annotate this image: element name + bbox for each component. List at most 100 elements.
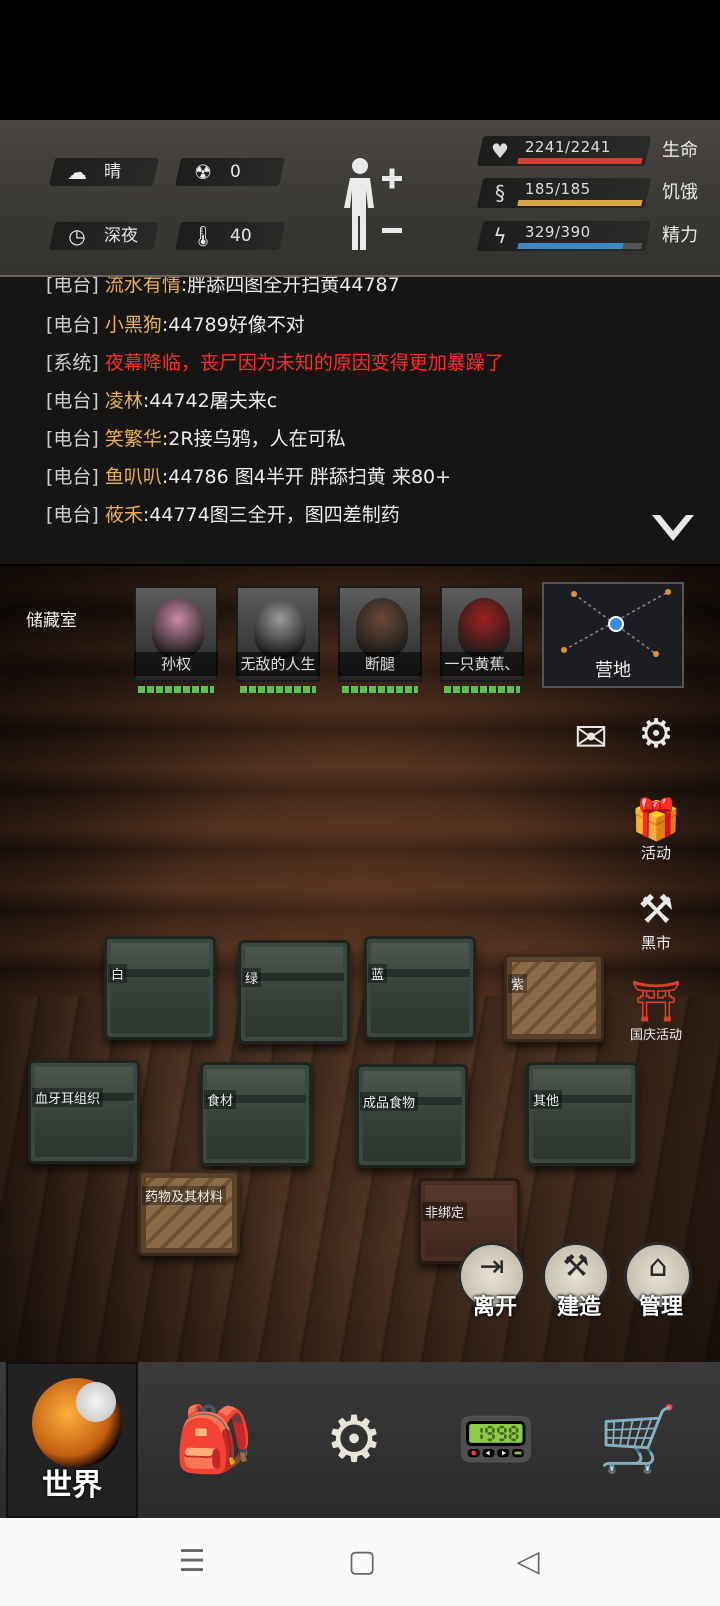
crate-purple[interactable]: 紫 [504,954,604,1042]
chat-channel: [系统] [46,352,99,374]
crate-ingredients[interactable]: 食材 [200,1062,312,1166]
radiation-icon: ☢ [194,160,212,184]
life-bar: ♥ 2241/2241 [476,136,652,166]
gavel-icon: ⚒ [638,887,674,933]
activities-label: 活动 [640,844,671,862]
survivor-health-bar [240,686,316,693]
activities-button[interactable]: 🎁 活动 [626,798,686,863]
walkie-talkie-icon: 📟 [456,1403,536,1477]
chat-sender: 夜幕降临， [104,352,200,374]
hunger-bar: § 185/185 [476,178,652,208]
chat-sender: 凌林 [104,390,143,412]
skills-button[interactable]: ⚙ [306,1390,402,1490]
survivor-health-bar [138,686,214,693]
energy-bar: ϟ 329/390 [476,221,652,251]
chat-channel: [电台] [46,277,99,296]
chat-sender: 小黑狗 [104,314,162,336]
temple-icon: ⛩ [630,979,682,1025]
survivor-health-bar [342,686,418,693]
chat-text: :44774图三全开，图四差制药 [142,504,400,526]
crate-blue[interactable]: 蓝 [364,936,476,1040]
survivor-name: 无敌的人生 [236,652,320,676]
temperature-chip: 🌡 40 [175,222,285,250]
life-fill [517,158,643,164]
hunger-value: 185/185 [524,180,591,198]
chat-text: :胖舔四图全开扫黄44787 [180,277,400,296]
settings-button[interactable]: ⚙ [628,712,684,756]
manage-button[interactable]: ⌂ 管理 [624,1242,692,1320]
energy-fill [517,243,624,249]
chat-sender: 鱼叭叭 [104,466,162,488]
stomach-icon: § [495,181,505,205]
black-market-button[interactable]: ⚒ 黑市 [626,888,686,953]
thermometer-icon: 🌡 [190,224,216,248]
chat-text: :44786 图4半开 胖舔扫黄 来80+ [161,466,452,488]
room-title: 储藏室 [26,611,77,631]
menu-button[interactable]: ☰ [172,1542,212,1582]
chat-message-system: [系统] 夜幕降临，丧尸因为未知的原因变得更加暴躁了 [46,347,504,379]
back-triangle-icon: ◁ [516,1544,540,1579]
system-navigation-bar: ☰ ▢ ◁ [0,1518,720,1606]
black-market-label: 黑市 [640,934,671,952]
world-button[interactable]: 世界 [6,1362,138,1518]
chat-channel: [电台] [46,466,99,488]
crate-label: 紫 [508,974,528,993]
clock-icon: ◷ [68,224,86,248]
crate-green[interactable]: 绿 [238,940,350,1044]
weather-chip: ☁ 晴 [49,158,159,186]
survivor-card[interactable]: 孙权 [134,586,218,696]
chat-text: :44742屠夫来c [142,390,278,412]
national-day-button[interactable]: ⛩ 国庆活动 [620,980,692,1043]
chat-message: [电台] 鱼叭叭:44786 图4半开 胖舔扫黄 来80+ [46,461,451,493]
survivor-card[interactable]: 断腿 [338,586,422,696]
survivor-card[interactable]: 一只黄蕉、 [440,586,524,696]
chat-channel: [电台] [46,314,99,336]
camp-label: 营地 [595,660,631,681]
home-button[interactable]: ▢ [342,1542,382,1582]
gift-icon: 🎁 [631,797,681,843]
gear-icon: ⚙ [638,711,674,757]
build-button[interactable]: ⚒ 建造 [542,1242,610,1320]
chat-text: 丧尸因为未知的原因变得更加暴躁了 [199,352,504,374]
chat-log[interactable]: [电台] 流水有情:胖舔四图全开扫黄44787 [电台] 小黑狗:44789好像… [0,277,720,564]
heart-icon: ♥ [491,139,509,163]
crate-label: 食材 [204,1090,237,1109]
chevron-down-icon[interactable] [650,513,696,543]
storage-room: 储藏室 孙权 无敌的人生 断腿 一只黄蕉、 营地 ✉ ⚙ 🎁 活动 ⚒ 黑市 ⛩… [0,566,720,1362]
world-label: 世界 [42,1468,102,1503]
crate-other[interactable]: 其他 [526,1062,638,1166]
backpack-button[interactable]: 🎒 [166,1390,262,1490]
time-label: 深夜 [104,226,138,246]
back-button[interactable]: ◁ [508,1542,548,1582]
crate-blood-tooth[interactable]: 血牙耳组织 [28,1060,140,1164]
backpack-icon: 🎒 [174,1403,254,1477]
survivor-avatar [152,598,204,658]
chat-channel: [电台] [46,390,99,412]
national-day-label: 国庆活动 [629,1028,682,1043]
crate-cooked-food[interactable]: 成品食物 [356,1064,468,1168]
chat-message: [电台] 流水有情:胖舔四图全开扫黄44787 [46,277,400,301]
crate-label: 绿 [242,968,262,987]
human-body-icon[interactable] [340,154,410,254]
crate-label: 成品食物 [360,1092,419,1111]
crate-white[interactable]: 白 [104,936,216,1040]
chat-message: [电台] 小黑狗:44789好像不对 [46,309,305,341]
chat-sender: 笑繁华 [104,428,162,450]
radiation-value: 0 [230,162,241,182]
cloud-sun-icon: ☁ [67,160,87,184]
build-label: 建造 [556,1295,601,1320]
shop-button[interactable]: 🛒 [590,1390,686,1490]
life-label: 生命 [662,140,698,161]
leave-button[interactable]: ⇥ 离开 [458,1242,526,1320]
mail-button[interactable]: ✉ [566,716,616,760]
status-bar-blank [0,0,720,120]
brain-gears-icon: ⚙ [325,1403,383,1477]
build-icon: ⚒ [562,1249,590,1284]
radio-button[interactable]: 📟 [448,1390,544,1490]
manage-icon: ⌂ [648,1249,668,1284]
camp-map-button[interactable]: 营地 [542,582,684,688]
survivor-card[interactable]: 无敌的人生 [236,586,320,696]
radiation-chip: ☢ 0 [175,158,285,186]
crate-medicine[interactable]: 药物及其材料 [138,1170,240,1256]
crate-label: 其他 [530,1090,563,1109]
